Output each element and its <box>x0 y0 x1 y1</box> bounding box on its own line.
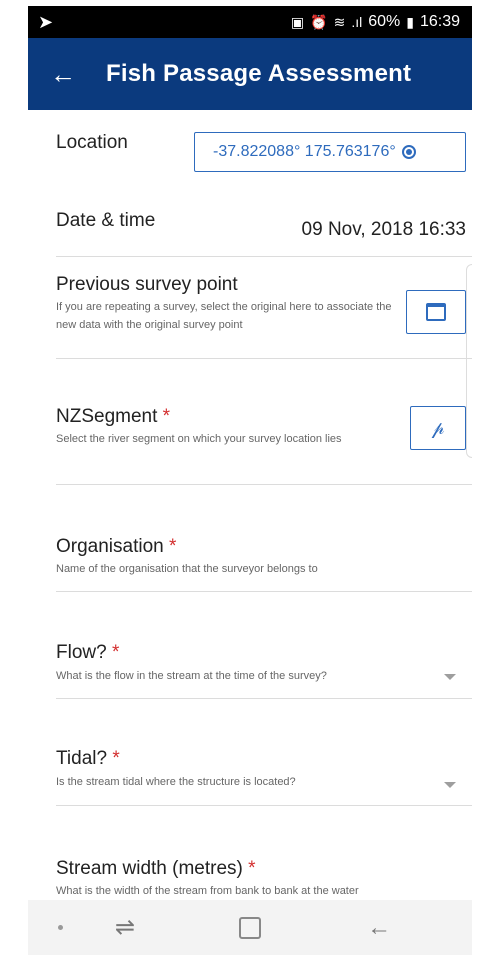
tidal-dropdown-icon[interactable] <box>444 782 456 788</box>
datetime-value: 09 Nov, 2018 16:33 <box>301 219 466 240</box>
system-nav-bar: ⇌ ← <box>28 900 472 955</box>
calendar-icon <box>426 303 446 321</box>
previous-survey-help: If you are repeating a survey, select th… <box>56 301 392 331</box>
flow-help: What is the flow in the stream at the ti… <box>56 670 327 682</box>
flow-label: Flow? * <box>56 642 120 663</box>
form-content[interactable]: Location -37.822088° 175.763176° Date & … <box>28 110 472 900</box>
location-value: -37.822088° 175.763176° <box>213 143 396 160</box>
nzsegment-help: Select the river segment on which your s… <box>56 433 342 445</box>
cast-icon: ▣ <box>290 13 305 30</box>
tidal-select-line[interactable] <box>56 805 472 806</box>
stream-width-help: What is the width of the stream from ban… <box>56 885 359 897</box>
flow-dropdown-icon[interactable] <box>444 674 456 680</box>
home-icon[interactable] <box>239 916 262 939</box>
status-bar: ➤ ▣ ⏰ ≋ .ıl 60% ▮ 16:39 <box>28 6 472 38</box>
back-arrow-icon[interactable]: ← <box>50 61 76 87</box>
location-label: Location <box>56 132 128 153</box>
organisation-input-line[interactable] <box>56 591 472 592</box>
organisation-help: Name of the organisation that the survey… <box>56 563 318 575</box>
stream-width-label: Stream width (metres) * <box>56 858 256 879</box>
navigation-arrow-icon: ➤ <box>38 11 54 32</box>
previous-survey-label: Previous survey point <box>56 274 238 295</box>
select-survey-button[interactable] <box>406 290 466 334</box>
nav-dot-icon[interactable] <box>58 925 63 930</box>
flow-select-line[interactable] <box>56 698 472 699</box>
gps-target-icon <box>401 145 416 159</box>
datetime-label: Date & time <box>56 210 156 231</box>
clock: 16:39 <box>419 13 460 30</box>
battery-percent: 60% <box>368 13 401 30</box>
recent-apps-icon[interactable]: ⇌ <box>115 915 135 940</box>
signal-icon: .ıl <box>351 14 363 30</box>
tidal-label: Tidal? * <box>56 748 120 769</box>
battery-icon: ▮ <box>406 13 414 30</box>
nzsegment-label: NZSegment * <box>56 406 171 427</box>
divider <box>56 256 472 257</box>
wifi-icon: ≋ <box>333 13 346 30</box>
divider <box>56 484 472 485</box>
tidal-help: Is the stream tidal where the structure … <box>56 776 296 788</box>
scroll-indicator[interactable] <box>466 264 472 458</box>
nav-back-icon[interactable]: ← <box>367 915 391 940</box>
divider <box>56 358 472 359</box>
page-title: Fish Passage Assessment <box>106 60 412 87</box>
organisation-label: Organisation * <box>56 536 177 557</box>
select-segment-button[interactable]: 𝓅 <box>410 406 466 450</box>
alarm-icon: ⏰ <box>310 13 328 30</box>
location-button[interactable]: -37.822088° 175.763176° <box>194 132 466 172</box>
river-branch-icon: 𝓅 <box>431 417 445 438</box>
app-bar: ← Fish Passage Assessment <box>28 38 472 110</box>
